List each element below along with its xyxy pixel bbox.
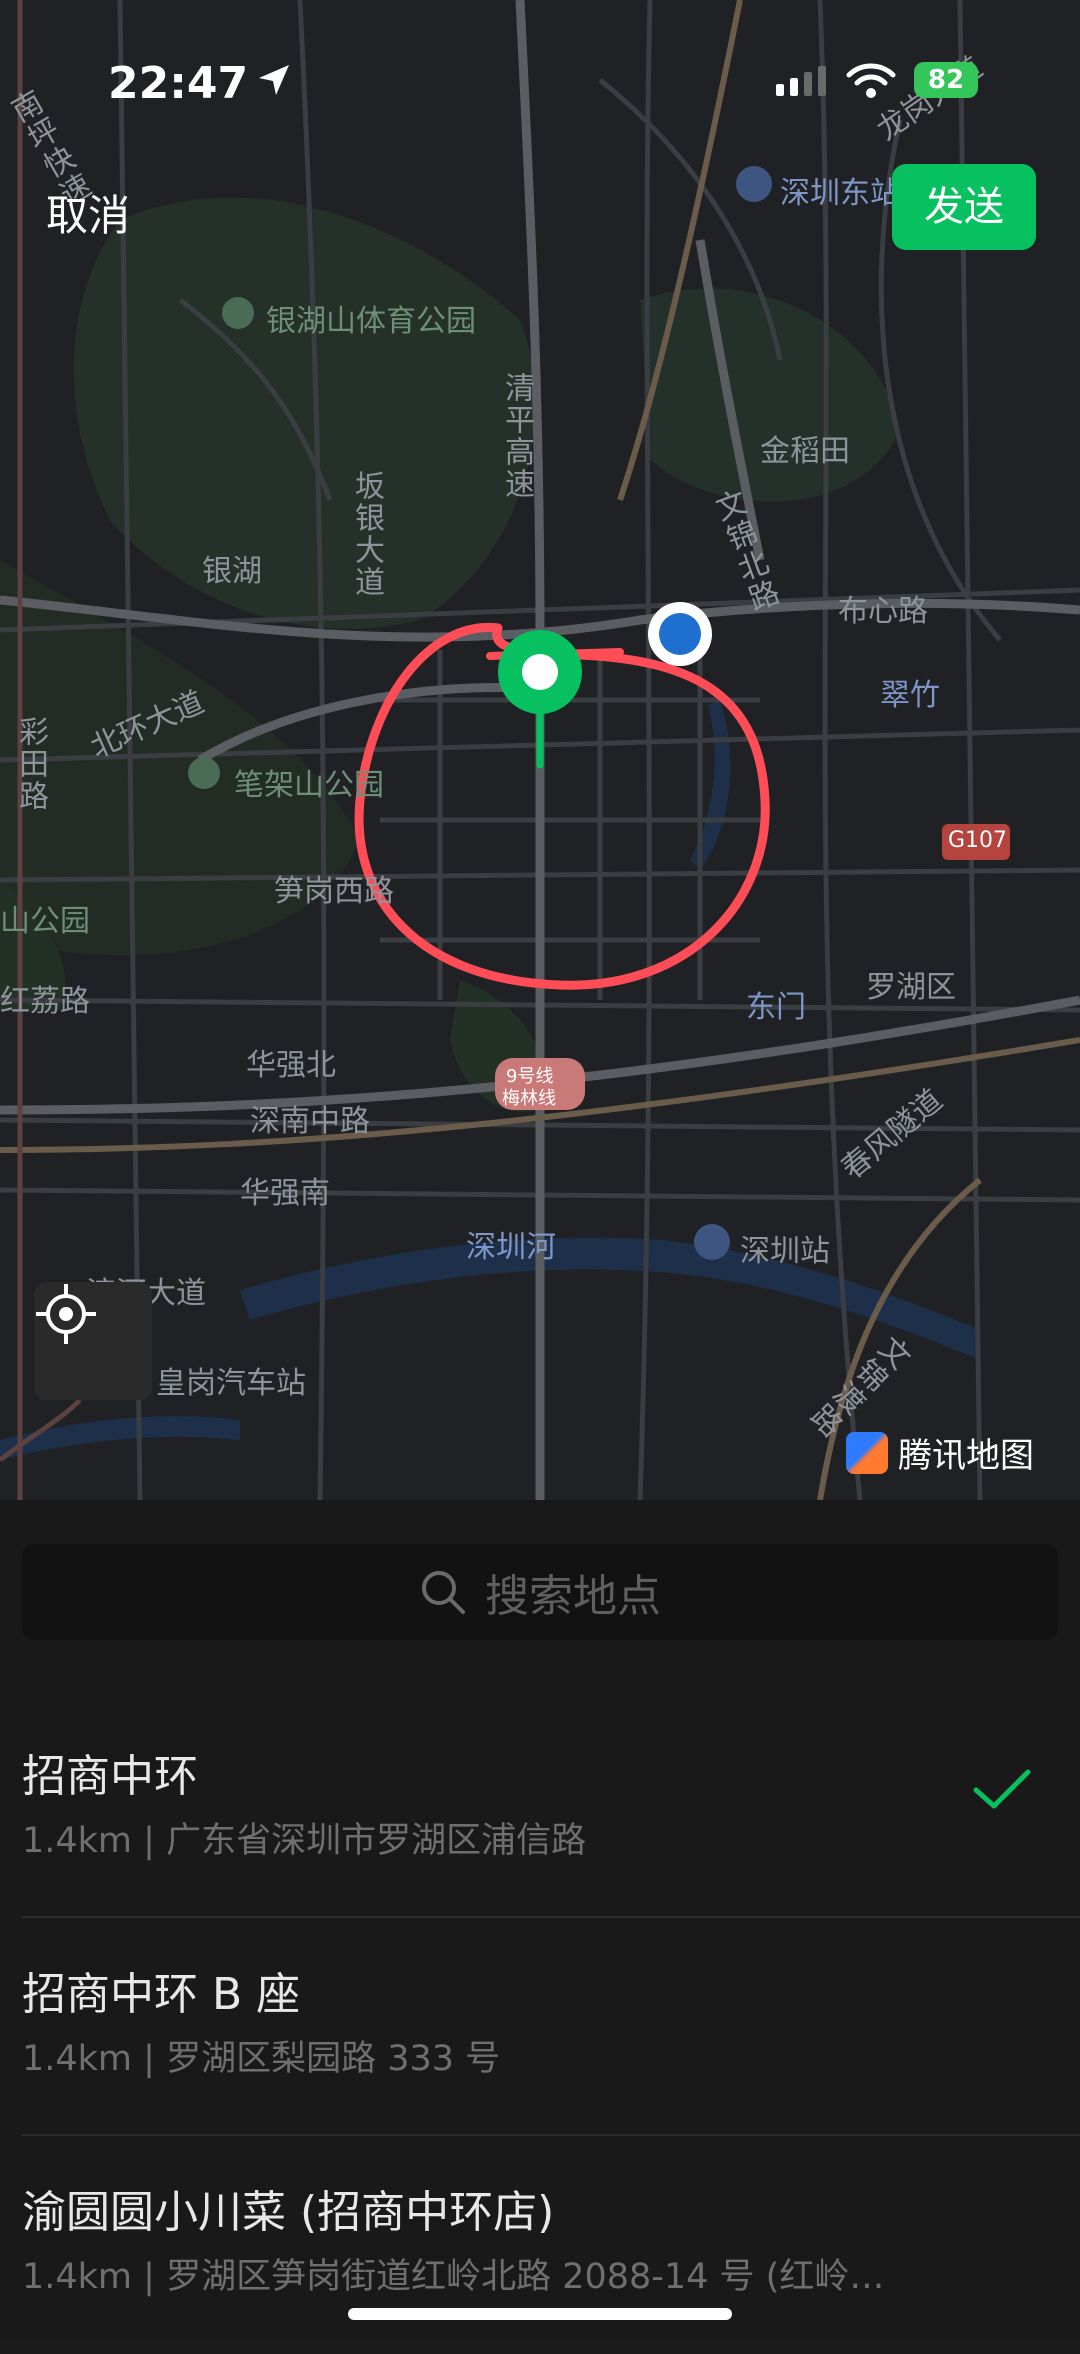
place-address: 1.4km | 罗湖区梨园路 333 号: [22, 2039, 501, 2079]
locate-me-button[interactable]: [34, 1282, 152, 1400]
map-label: 华强北: [246, 1048, 336, 1083]
map-label: 金稻田: [760, 434, 850, 469]
map-label: 彩田路: [13, 716, 48, 812]
status-time: 22:47: [108, 58, 249, 109]
map-provider-logo: 腾讯地图: [846, 1428, 1034, 1477]
place-name: 招商中环 B 座: [22, 1969, 301, 2020]
battery-indicator: 82: [914, 62, 978, 98]
map-label: 华强南: [240, 1176, 330, 1211]
crosshair-icon: [36, 1284, 96, 1344]
map-label: 罗湖区: [866, 970, 956, 1005]
list-item[interactable]: 招商中环 1.4km | 广东省深圳市罗湖区浦信路: [0, 1700, 1080, 1918]
map-label: 深圳河: [466, 1230, 556, 1265]
status-bar: 22:47 82: [0, 40, 1080, 120]
search-icon: [422, 1571, 465, 1614]
map-label: 山公园: [0, 904, 90, 939]
map-label: 深南中路: [250, 1104, 370, 1139]
map-label: 笋岗西路: [274, 874, 394, 909]
search-input[interactable]: 搜索地点: [22, 1544, 1058, 1640]
place-address: 1.4km | 罗湖区笋岗街道红岭北路 2088-14 号 (红岭…: [22, 2257, 885, 2297]
place-name: 招商中环: [22, 1751, 198, 1802]
map-label: 笔架山公园: [234, 768, 384, 803]
highway-badge: G107: [948, 828, 1008, 853]
location-arrow-icon: [259, 65, 289, 95]
tencent-map-icon: [846, 1431, 888, 1474]
location-list-sheet: 搜索地点 招商中环 1.4km | 广东省深圳市罗湖区浦信路 招商中环 B 座 …: [0, 1500, 1080, 2341]
battery-level: 82: [927, 65, 965, 95]
place-address: 1.4km | 广东省深圳市罗湖区浦信路: [22, 1821, 587, 1861]
wifi-icon: [846, 63, 896, 98]
map-label: 深圳东站: [780, 176, 900, 211]
list-item[interactable]: 招商中环 B 座 1.4km | 罗湖区梨园路 333 号: [0, 1918, 1080, 2136]
map-label: 清平高速: [499, 372, 534, 500]
map-label: 坂银大道: [349, 470, 384, 598]
map-label: 皇岗汽车站: [156, 1366, 306, 1401]
signal-icon: [776, 66, 826, 96]
metro-badge-name: 梅林线: [502, 1088, 556, 1109]
cancel-button[interactable]: 取消: [46, 182, 130, 243]
home-indicator[interactable]: [348, 2308, 732, 2320]
map-label: 翠竹: [880, 678, 940, 713]
send-button[interactable]: 发送: [892, 164, 1036, 250]
map-label: 银湖: [202, 554, 262, 589]
map-label: 银湖山体育公园: [266, 304, 476, 339]
map-label: 红荔路: [0, 984, 90, 1019]
search-placeholder: 搜索地点: [485, 1571, 661, 1622]
checkmark-icon: [973, 1769, 1031, 1809]
user-location-icon: [648, 602, 712, 666]
map-provider-name: 腾讯地图: [898, 1436, 1034, 1476]
list-item[interactable]: 渝圆圆小川菜 (招商中环店) 1.4km | 罗湖区笋岗街道红岭北路 2088-…: [0, 2136, 1080, 2354]
place-name: 渝圆圆小川菜 (招商中环店): [22, 2187, 555, 2238]
map-label: 布心路: [838, 594, 928, 629]
map-label: 深圳站: [740, 1234, 830, 1269]
map-label: 东门: [746, 990, 806, 1025]
